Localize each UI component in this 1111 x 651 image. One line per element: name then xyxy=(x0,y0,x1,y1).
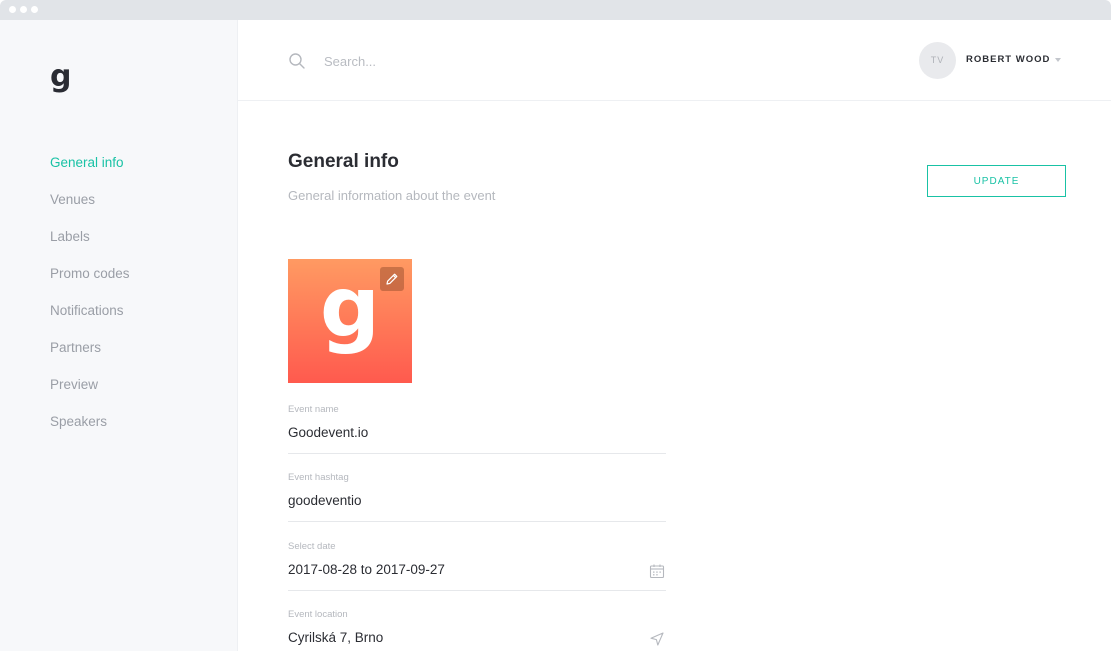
event-name-label: Event name xyxy=(288,404,339,415)
select-date-value[interactable]: 2017-08-28 to 2017-09-27 xyxy=(288,561,445,579)
event-name-value[interactable]: Goodevent.io xyxy=(288,424,368,442)
window-dot-close[interactable] xyxy=(9,6,16,13)
page-title: General info xyxy=(288,151,399,172)
sidebar-item-preview[interactable]: Preview xyxy=(50,376,130,413)
event-location-value[interactable]: Cyrilská 7, Brno xyxy=(288,629,383,647)
window-dot-minimize[interactable] xyxy=(20,6,27,13)
edit-image-button[interactable] xyxy=(380,267,404,291)
event-hashtag-value[interactable]: goodeventio xyxy=(288,492,362,510)
event-location-field[interactable]: Event location Cyrilská 7, Brno xyxy=(288,609,666,651)
sidebar-item-labels[interactable]: Labels xyxy=(50,228,130,265)
window-dot-maximize[interactable] xyxy=(31,6,38,13)
top-bar: TV ROBERT WOOD xyxy=(238,20,1111,101)
sidebar-nav: General info Venues Labels Promo codes N… xyxy=(50,154,130,450)
sidebar-item-speakers[interactable]: Speakers xyxy=(50,413,130,450)
select-date-field[interactable]: Select date 2017-08-28 to 2017-09-27 xyxy=(288,541,666,591)
sidebar: g General info Venues Labels Promo codes… xyxy=(0,20,238,651)
caret-down-icon[interactable] xyxy=(1055,58,1061,62)
app-window: g General info Venues Labels Promo codes… xyxy=(0,0,1111,651)
window-titlebar xyxy=(0,0,1111,20)
search-icon[interactable] xyxy=(288,52,306,70)
sidebar-item-partners[interactable]: Partners xyxy=(50,339,130,376)
event-location-label: Event location xyxy=(288,609,348,620)
event-hashtag-field[interactable]: Event hashtag goodeventio xyxy=(288,472,666,522)
event-hashtag-label: Event hashtag xyxy=(288,472,349,483)
calendar-icon[interactable] xyxy=(649,563,665,579)
app-logo[interactable]: g xyxy=(50,62,71,92)
location-arrow-icon[interactable] xyxy=(649,631,665,647)
avatar[interactable]: TV xyxy=(919,42,956,79)
user-name[interactable]: ROBERT WOOD xyxy=(966,53,1050,67)
sidebar-item-notifications[interactable]: Notifications xyxy=(50,302,130,339)
sidebar-item-promo-codes[interactable]: Promo codes xyxy=(50,265,130,302)
select-date-label: Select date xyxy=(288,541,336,552)
page-subtitle: General information about the event xyxy=(288,188,496,203)
event-logo-image[interactable]: g xyxy=(288,259,412,383)
sidebar-item-general-info[interactable]: General info xyxy=(50,154,130,191)
event-name-field[interactable]: Event name Goodevent.io xyxy=(288,404,666,454)
update-button[interactable]: UPDATE xyxy=(927,165,1066,197)
search-input[interactable] xyxy=(324,50,624,72)
pencil-icon xyxy=(386,273,398,285)
main-content: General info General information about t… xyxy=(238,101,1111,651)
sidebar-item-venues[interactable]: Venues xyxy=(50,191,130,228)
